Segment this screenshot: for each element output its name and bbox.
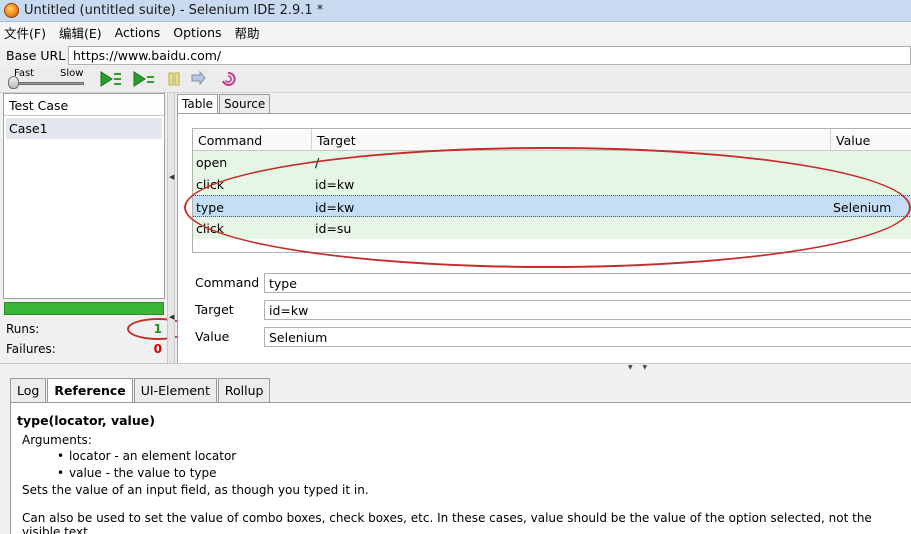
tab-ui-element[interactable]: UI-Element [133, 378, 217, 402]
argument-item: value - the value to type [57, 465, 905, 482]
menu-bar: 文件(F) 编辑(E) Actions Options 帮助 [0, 22, 911, 43]
pause-button[interactable] [163, 69, 185, 89]
command-field[interactable]: type [264, 273, 911, 293]
command-label: Command [195, 275, 260, 290]
bottom-tabs: Log Reference UI-Element Rollup [10, 378, 271, 402]
tab-table[interactable]: Table [177, 94, 219, 115]
play-all-button[interactable] [100, 69, 122, 89]
column-command[interactable]: Command [198, 133, 262, 148]
vertical-splitter[interactable]: ◀ ◀ [167, 93, 175, 363]
arguments-label: Arguments: [22, 433, 92, 447]
rollup-button[interactable] [217, 69, 239, 89]
reference-description: Sets the value of an input field, as tho… [22, 483, 369, 497]
firefox-icon [4, 3, 19, 18]
toolbar: Fast Slow [0, 66, 911, 93]
test-case-panel: Test Case Case1 [3, 93, 165, 299]
speed-knob[interactable] [8, 76, 19, 89]
step-icon [191, 71, 206, 86]
menu-actions[interactable]: Actions [115, 25, 161, 40]
argument-item: locator - an element locator [57, 448, 905, 465]
menu-options[interactable]: Options [173, 25, 221, 40]
runs-label: Runs: [6, 322, 40, 336]
column-divider [311, 129, 312, 151]
value-label: Value [195, 329, 230, 344]
reference-panel: type(locator, value) Arguments: locator … [10, 402, 911, 534]
step-button[interactable] [187, 69, 209, 89]
collapse-left-icon: ◀ [169, 313, 175, 321]
reference-signature: type(locator, value) [17, 413, 155, 428]
value-field[interactable]: Selenium [264, 327, 911, 347]
collapse-left-icon: ◀ [169, 173, 175, 181]
test-case-header: Test Case [4, 94, 164, 116]
column-divider [830, 129, 831, 151]
failures-count: 0 [153, 342, 162, 356]
failures-label: Failures: [6, 342, 56, 356]
base-url-bar: Base URL https://www.baidu.com/ [0, 44, 911, 66]
speed-slow-label: Slow [60, 68, 84, 79]
horizontal-splitter[interactable]: ▼ ▼ [0, 363, 911, 375]
run-progress-bar [4, 302, 164, 315]
menu-help[interactable]: 帮助 [235, 23, 260, 42]
splitter-grip-icon: ▼ ▼ [628, 364, 652, 371]
rollup-icon [222, 71, 236, 86]
window-title: Untitled (untitled suite) - Selenium IDE… [24, 3, 324, 18]
play-current-icon [133, 71, 154, 87]
test-case-item[interactable]: Case1 [6, 118, 162, 139]
pause-icon [168, 72, 180, 86]
reference-note: Can also be used to set the value of com… [22, 511, 872, 534]
column-target[interactable]: Target [317, 133, 356, 148]
arguments-list: locator - an element locator value - the… [57, 448, 905, 482]
tab-log[interactable]: Log [10, 378, 47, 402]
column-value[interactable]: Value [836, 133, 870, 148]
title-bar: Untitled (untitled suite) - Selenium IDE… [0, 0, 911, 22]
tab-source[interactable]: Source [219, 94, 271, 114]
menu-file[interactable]: 文件(F) [4, 23, 46, 42]
menu-edit[interactable]: 编辑(E) [59, 23, 102, 42]
tab-rollup[interactable]: Rollup [217, 378, 271, 402]
base-url-input[interactable]: https://www.baidu.com/ [68, 45, 911, 65]
base-url-label: Base URL [6, 47, 66, 63]
play-current-button[interactable] [133, 69, 155, 89]
tab-reference[interactable]: Reference [47, 378, 133, 402]
speed-slider[interactable]: Fast Slow [8, 67, 88, 91]
target-label: Target [195, 302, 234, 317]
play-all-icon [100, 71, 121, 87]
row-command: open [196, 155, 228, 170]
target-field[interactable]: id=kw [264, 300, 911, 320]
speed-track [10, 82, 84, 85]
table-annotation-ellipse [184, 147, 911, 268]
command-form: Command type Target id=kw Value Selenium [192, 271, 911, 352]
editor-tabs: Table Source [177, 94, 271, 115]
